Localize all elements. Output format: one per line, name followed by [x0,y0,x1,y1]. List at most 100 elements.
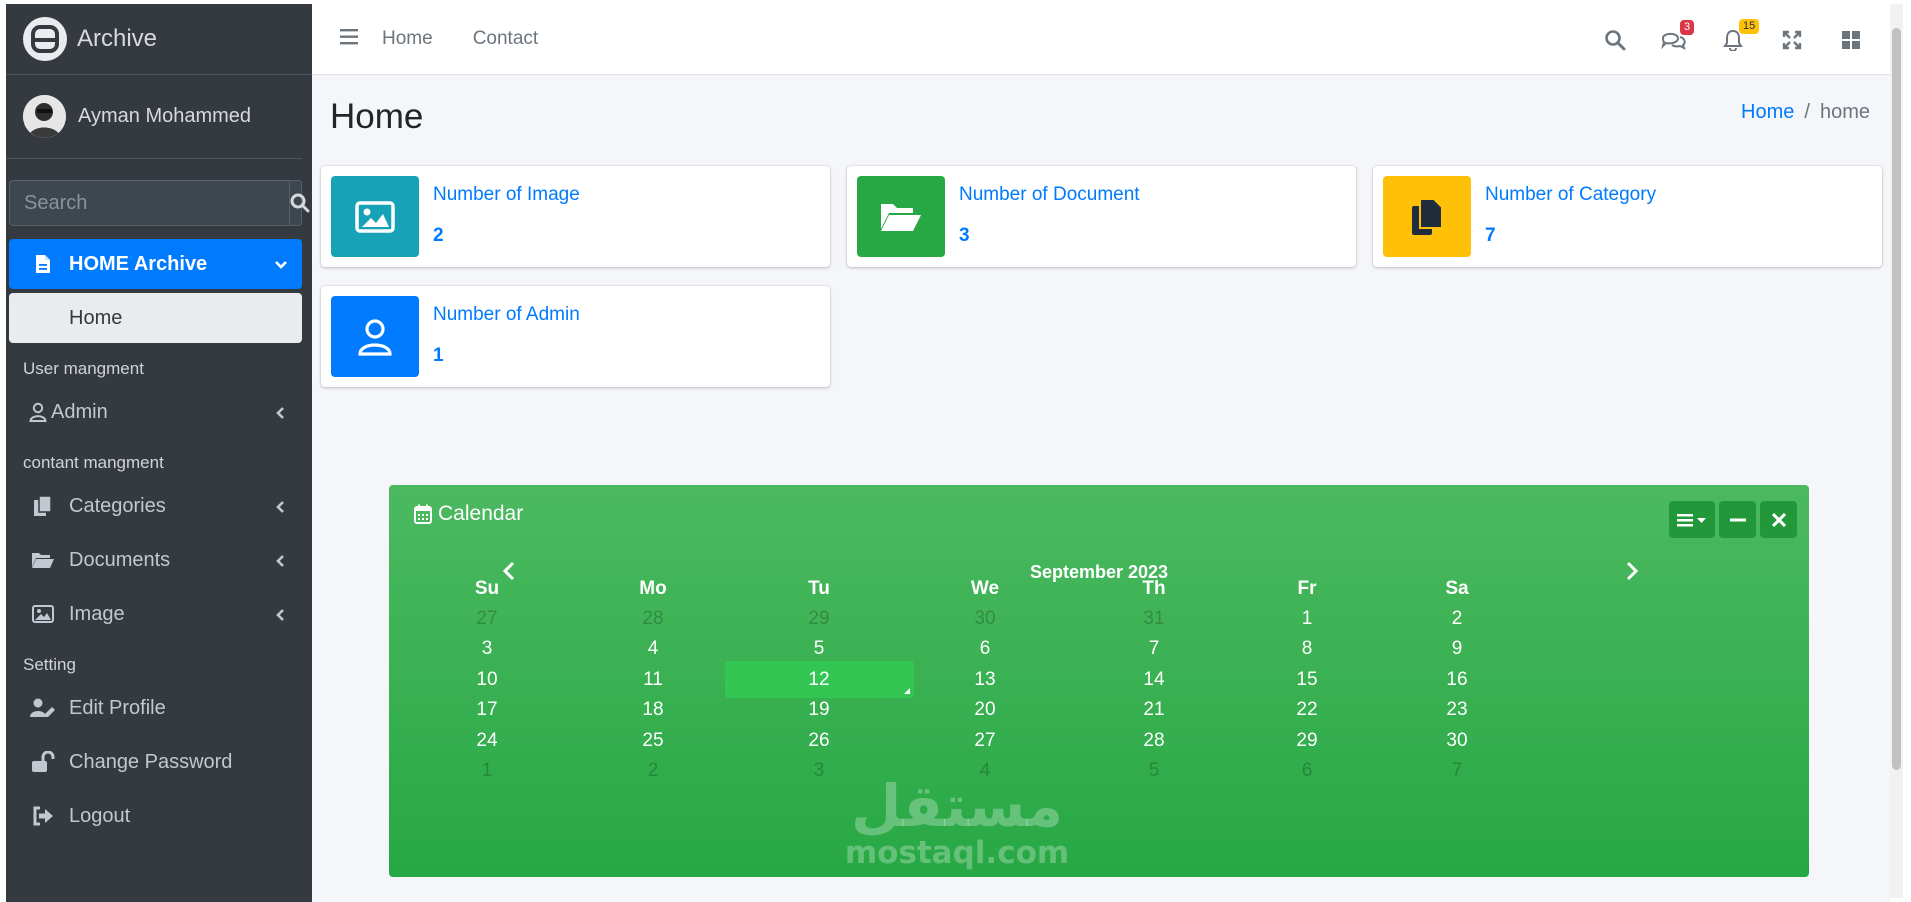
calendar-day[interactable]: 3 [457,634,517,664]
breadcrumb-link-home[interactable]: Home [1741,101,1794,123]
search-icon [290,193,310,213]
chevron-left-icon [274,403,288,426]
file-icon [29,254,57,274]
sidebar-item-logout[interactable]: Logout [9,791,302,841]
calendar-day[interactable]: 23 [1427,695,1487,725]
calendar-week-row: 1 2 3 4 5 6 7 [389,756,1809,786]
scrollbar-thumb[interactable] [1892,28,1901,770]
calendar-day[interactable]: 8 [1277,634,1337,664]
calendar-day[interactable]: 2 [1427,604,1487,634]
calendar-day-outside[interactable]: 29 [789,604,849,634]
sidebar-item-admin[interactable]: Admin [9,387,302,437]
sidebar-item-change-password[interactable]: Change Password [9,737,302,787]
calendar-icon [414,504,432,524]
calendar-day[interactable]: 4 [623,634,683,664]
calendar-day[interactable]: 1 [1277,604,1337,634]
calendar-day[interactable]: 24 [457,726,517,756]
calendar-day[interactable]: 29 [1277,726,1337,756]
sidebar-item-label: Documents [69,548,171,571]
fullscreen-icon[interactable] [1762,30,1821,50]
messages-button[interactable]: 3 [1644,19,1703,50]
calendar-day[interactable]: 22 [1277,695,1337,725]
sidebar-item-categories[interactable]: Categories [9,481,302,531]
calendar-day[interactable]: 7 [1124,634,1184,664]
calendar-day[interactable]: 10 [457,665,517,695]
calendar-day-outside[interactable]: 30 [955,604,1015,634]
calendar-day-outside[interactable]: 31 [1124,604,1184,634]
calendar-day[interactable]: 25 [623,726,683,756]
calendar-weekday: Mo [639,578,667,599]
top-navbar: Home Contact 3 15 [312,4,1890,75]
calendar-day[interactable]: 28 [1124,726,1184,756]
calendar-day-outside[interactable]: 1 [457,756,517,786]
sidebar-item-label: Change Password [69,750,233,773]
calendar-title: Calendar [414,502,523,526]
calendar-day[interactable]: 17 [457,695,517,725]
sidebar-search-button[interactable] [289,181,310,225]
notifications-button[interactable]: 15 [1703,18,1762,51]
menu-toggle-icon[interactable] [340,28,360,51]
calendar-weekday: Tu [808,578,830,599]
calendar-menu-button[interactable] [1669,501,1715,538]
sidebar-item-image[interactable]: Image [9,589,302,639]
info-box-admins[interactable]: Number of Admin 1 [321,286,830,387]
calendar-remove-button[interactable] [1760,501,1797,538]
control-sidebar-icon[interactable] [1821,30,1880,50]
search-icon[interactable] [1585,29,1644,51]
calendar-day[interactable]: 5 [789,634,849,664]
calendar-title-text: Calendar [438,502,524,525]
sidebar-item-documents[interactable]: Documents [9,535,302,585]
close-icon [1771,512,1786,527]
calendar-day-outside[interactable]: 6 [1277,756,1337,786]
sidebar-item-label: Logout [69,804,131,827]
calendar-day[interactable]: 19 [789,695,849,725]
calendar-day[interactable]: 16 [1427,665,1487,695]
calendar-day-outside[interactable]: 7 [1427,756,1487,786]
brand-name: Archive [77,25,158,52]
info-box-categories[interactable]: Number of Category 7 [1373,166,1882,267]
calendar-day[interactable]: 20 [955,695,1015,725]
sidebar-header-user-management: User mangment [23,359,144,378]
sidebar-item-label: HOME Archive [69,252,208,275]
calendar-day[interactable]: 13 [955,665,1015,695]
brand-link[interactable]: Archive [6,4,312,75]
sidebar-item-label: Admin [51,400,108,423]
sidebar-search-input[interactable] [10,181,289,225]
calendar-day[interactable]: 26 [789,726,849,756]
calendar-day-outside[interactable]: 28 [623,604,683,634]
calendar-day[interactable]: 9 [1427,634,1487,664]
calendar-day-outside[interactable]: 3 [789,756,849,786]
calendar-day[interactable]: 18 [623,695,683,725]
calendar-day-today[interactable]: 12 [789,665,849,695]
sidebar-item-home-archive[interactable]: HOME Archive [9,239,302,289]
calendar-day[interactable]: 21 [1124,695,1184,725]
chevron-left-icon [274,551,288,574]
page-scrollbar[interactable] [1890,4,1903,898]
calendar-week-row: 17 18 19 20 21 22 23 [389,695,1809,725]
calendar-collapse-button[interactable] [1719,501,1756,538]
nav-link-contact[interactable]: Contact [473,28,538,50]
calendar-tools [1669,501,1797,538]
user-panel[interactable]: Ayman Mohammed [6,75,302,159]
calendar-day-outside[interactable]: 2 [623,756,683,786]
info-box-images[interactable]: Number of Image 2 [321,166,830,267]
sidebar-item-home[interactable]: Home [9,293,302,343]
info-box-documents[interactable]: Number of Document 3 [847,166,1356,267]
calendar-day[interactable]: 27 [955,726,1015,756]
sidebar-item-edit-profile[interactable]: Edit Profile [9,683,302,733]
calendar-day[interactable]: 14 [1124,665,1184,695]
calendar-day-outside[interactable]: 4 [955,756,1015,786]
nav-link-home[interactable]: Home [382,28,433,50]
calendar-day-outside[interactable]: 5 [1124,756,1184,786]
calendar-day[interactable]: 6 [955,634,1015,664]
user-avatar [23,95,66,138]
calendar-day-outside[interactable]: 27 [457,604,517,634]
calendar-day[interactable]: 11 [623,665,683,695]
sidebar-search [9,180,310,226]
calendar-card: Calendar September 2023 Su Mo Tu We Th Fr Sa 27… [389,485,1809,877]
notifications-badge: 15 [1739,18,1760,34]
calendar-day[interactable]: 15 [1277,665,1337,695]
calendar-day[interactable]: 30 [1427,726,1487,756]
image-icon [331,176,419,257]
user-edit-icon [29,698,57,718]
